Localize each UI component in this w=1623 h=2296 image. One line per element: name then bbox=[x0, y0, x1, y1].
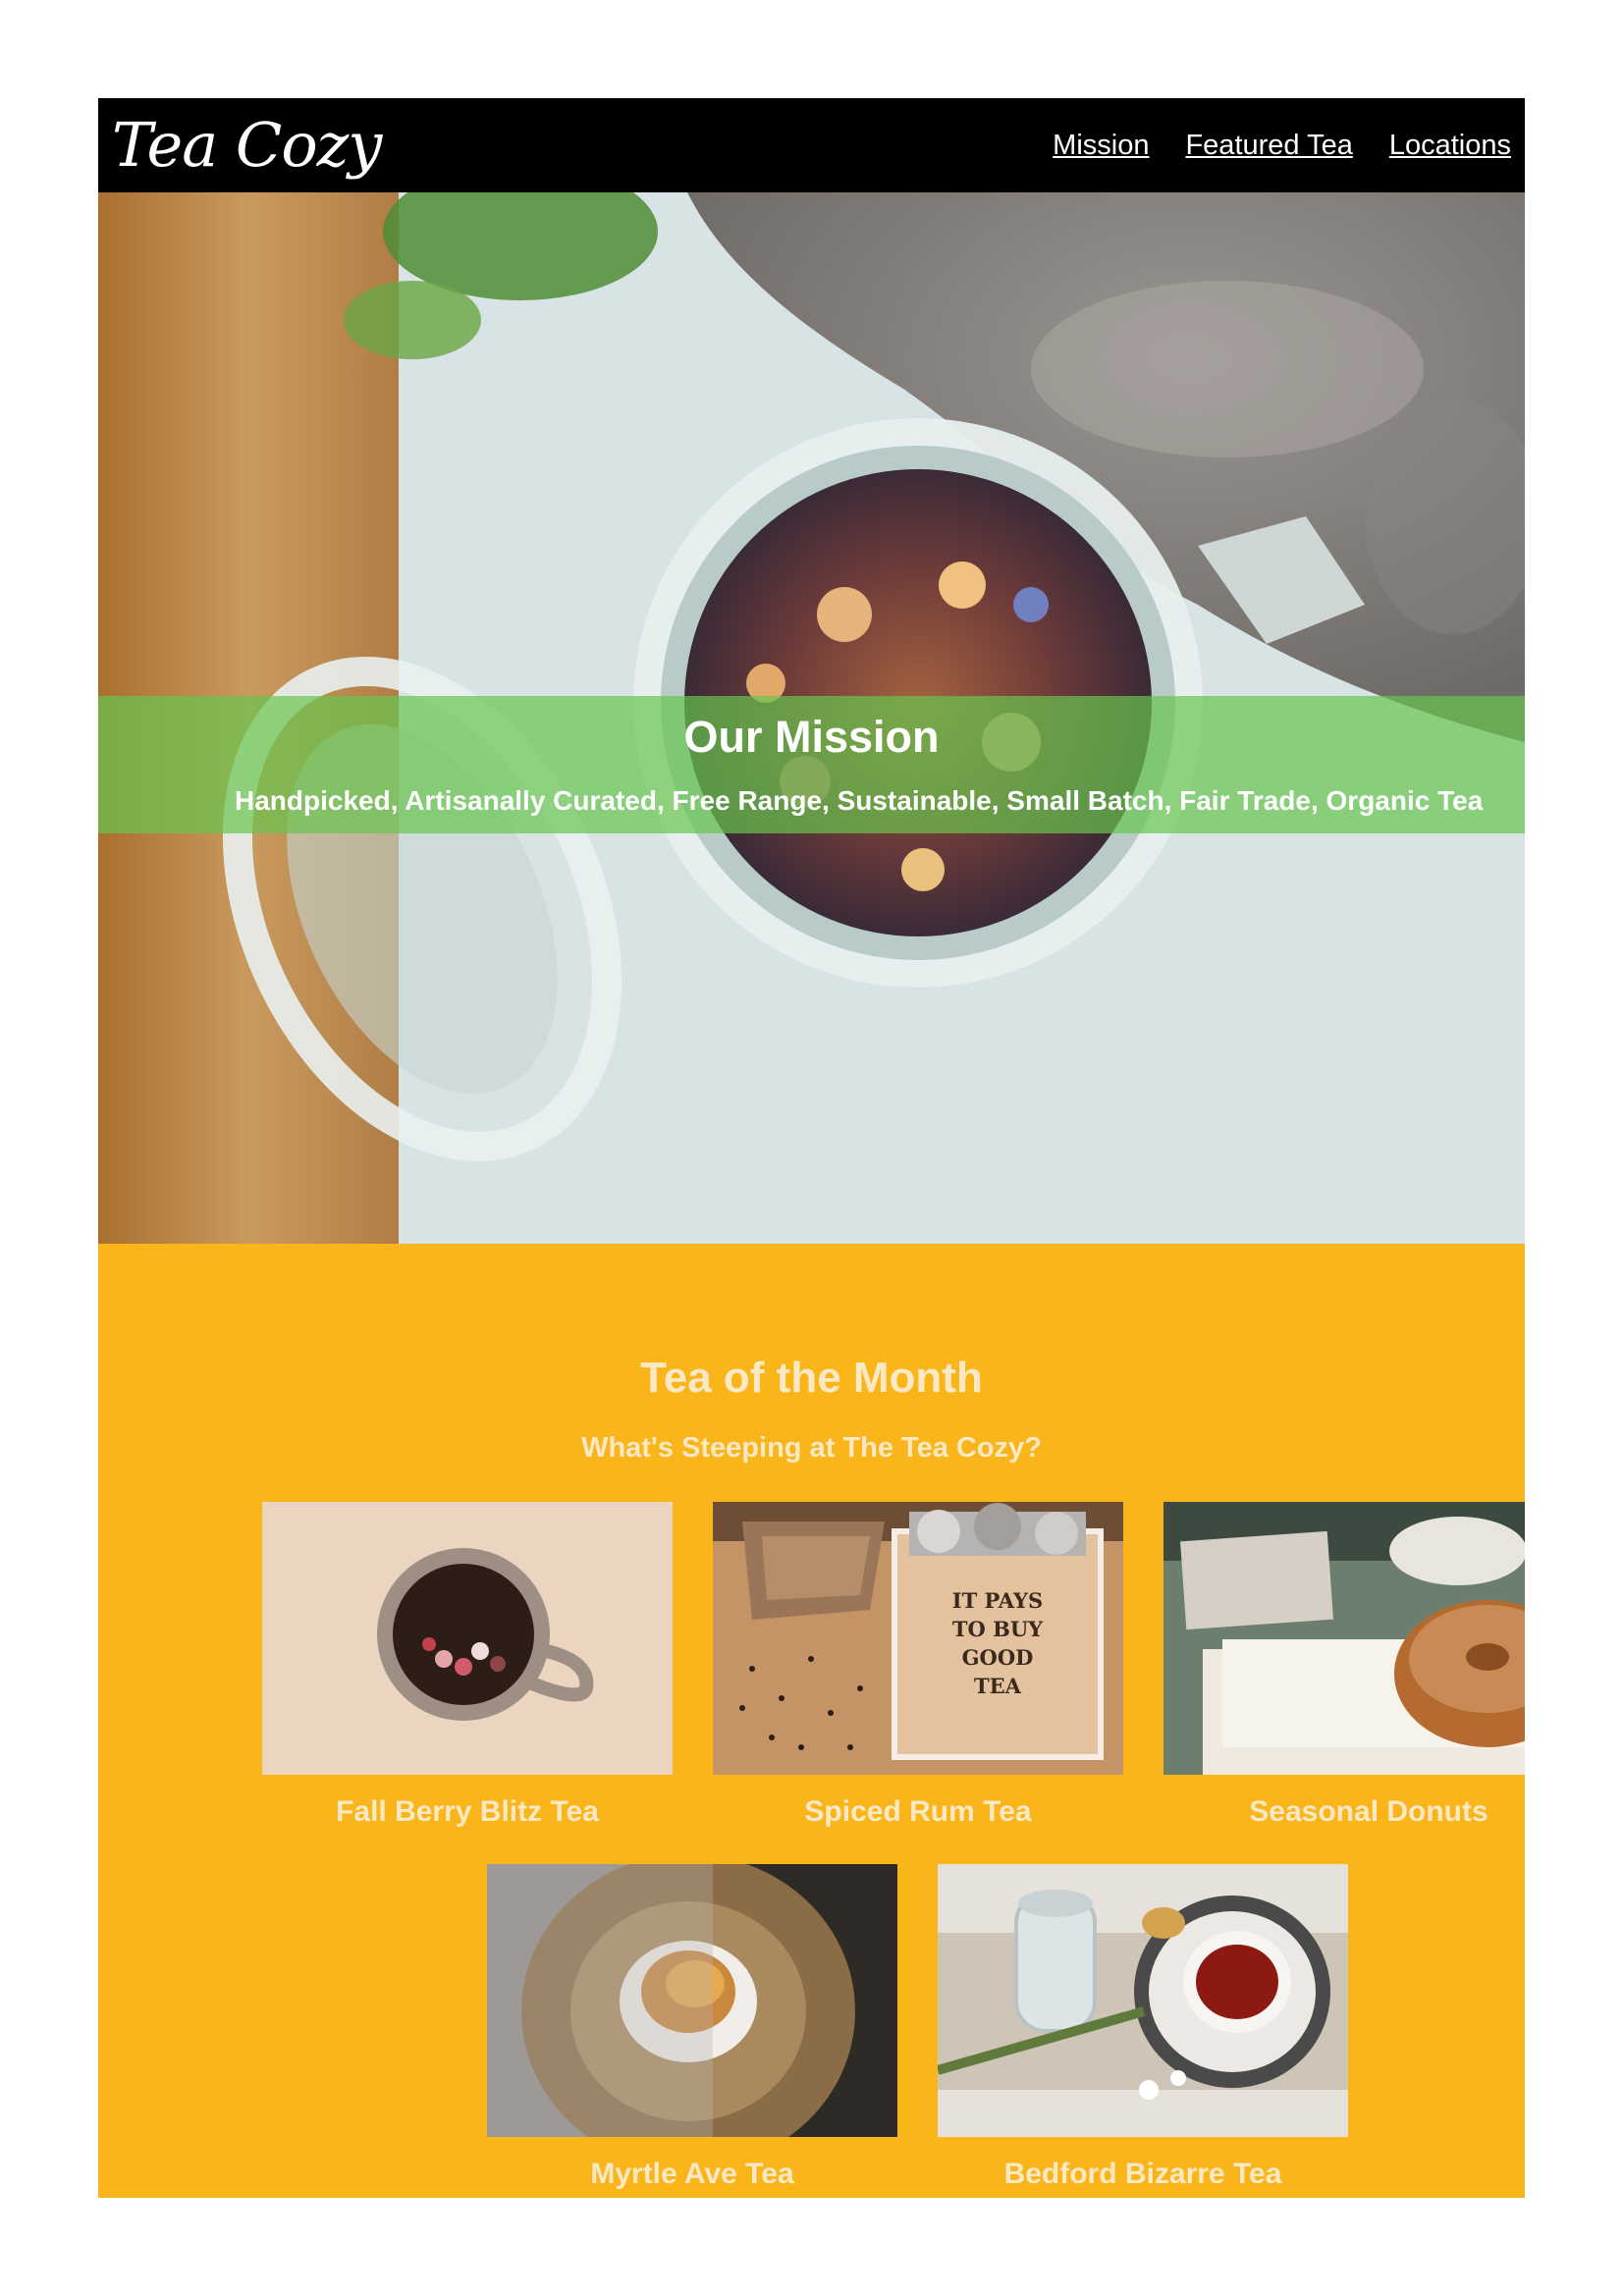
tea-card-label: Fall Berry Blitz Tea bbox=[336, 1795, 599, 1828]
tea-card-label: Bedford Bizarre Tea bbox=[1003, 2158, 1282, 2190]
svg-text:GOOD: GOOD bbox=[962, 1645, 1034, 1670]
tea-card-bedford-bizarre[interactable]: Bedford Bizarre Tea bbox=[938, 1864, 1348, 2192]
fall-berry-tea-image bbox=[262, 1502, 673, 1775]
crate-text: IT PAYS bbox=[952, 1588, 1043, 1613]
svg-text:TO BUY: TO BUY bbox=[952, 1617, 1044, 1641]
nav-link-locations[interactable]: Locations bbox=[1389, 130, 1511, 162]
tea-card-myrtle-ave[interactable]: Myrtle Ave Tea bbox=[487, 1864, 897, 2192]
tea-card-label: Seasonal Donuts bbox=[1249, 1795, 1488, 1828]
mission-section: Our Mission Handpicked, Artisanally Cura… bbox=[98, 192, 1525, 1244]
nav-link-featured-tea[interactable]: Featured Tea bbox=[1185, 130, 1352, 162]
tea-of-month-section: Tea of the Month What's Steeping at The … bbox=[98, 1244, 1525, 2198]
myrtle-ave-tea-image bbox=[487, 1864, 897, 2137]
section-title: Tea of the Month bbox=[640, 1354, 983, 1402]
nav-link-mission[interactable]: Mission bbox=[1053, 130, 1149, 162]
main-nav: Mission Featured Tea Locations bbox=[1016, 98, 1511, 192]
svg-text:TEA: TEA bbox=[974, 1674, 1022, 1698]
seasonal-donuts-image bbox=[1163, 1502, 1525, 1775]
tea-card-label: Spiced Rum Tea bbox=[804, 1795, 1032, 1828]
mission-subtitle: Handpicked, Artisanally Curated, Free Ra… bbox=[235, 785, 1484, 816]
logo[interactable]: Tea Cozy bbox=[112, 108, 382, 183]
mission-title: Our Mission bbox=[683, 712, 940, 762]
site-header: Tea Cozy Mission Featured Tea Locations bbox=[98, 98, 1525, 192]
section-subtitle: What's Steeping at The Tea Cozy? bbox=[581, 1432, 1042, 1464]
bedford-bizarre-tea-image bbox=[938, 1864, 1348, 2137]
spiced-rum-tea-image: IT PAYS TO BUY GOOD TEA bbox=[713, 1502, 1123, 1775]
mission-banner: Our Mission Handpicked, Artisanally Cura… bbox=[98, 696, 1525, 833]
tea-card-fall-berry[interactable]: Fall Berry Blitz Tea bbox=[262, 1502, 673, 1830]
tea-card-seasonal-donuts[interactable]: Seasonal Donuts bbox=[1163, 1502, 1525, 1830]
tea-card-label: Myrtle Ave Tea bbox=[590, 2158, 794, 2190]
tea-card-spiced-rum[interactable]: IT PAYS TO BUY GOOD TEA Spiced Rum Tea bbox=[713, 1502, 1123, 1830]
